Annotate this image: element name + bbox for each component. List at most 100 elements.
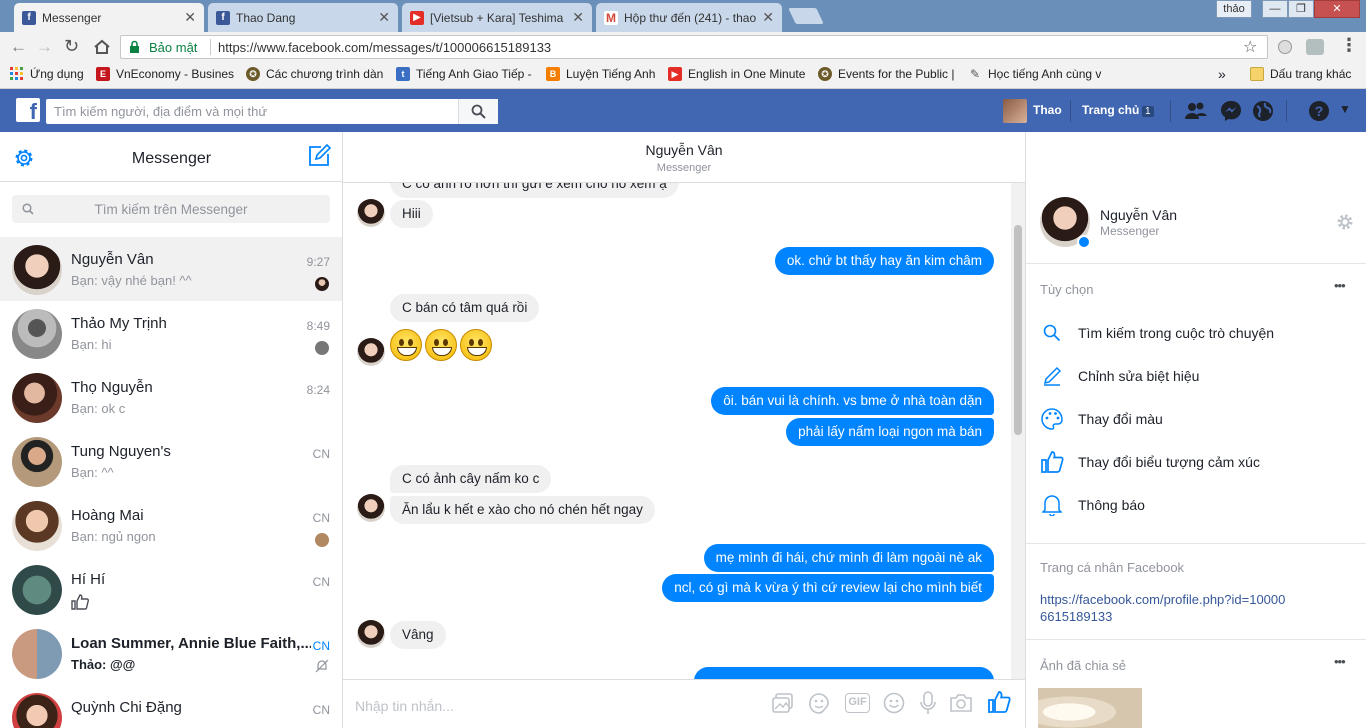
browser-tab-messenger[interactable]: f Messenger ✕ — [14, 3, 204, 32]
bookmark-events[interactable]: ✪ Events for the Public | — [818, 67, 958, 81]
user-avatar[interactable] — [1003, 99, 1027, 123]
conversation-item[interactable]: Tung Nguyen's Bạn: ^^ CN — [0, 429, 342, 493]
chat-pane: Nguyễn Vân Messenger C có ảnh rõ hơn thì… — [343, 132, 1025, 728]
conversation-item[interactable]: Hí Hí CN — [0, 557, 342, 621]
more-bookmarks[interactable]: » — [1218, 66, 1226, 82]
minimize-button[interactable]: — — [1262, 0, 1288, 18]
message-bubble-incoming[interactable]: Hiii — [390, 200, 433, 228]
scrollbar-track[interactable] — [1011, 183, 1025, 679]
other-bookmarks[interactable]: Dấu trang khác — [1250, 67, 1360, 81]
conversation-snippet: Thảo: @@ — [71, 657, 136, 672]
emoji-icon[interactable] — [883, 692, 905, 714]
option-notifications[interactable]: Thông báo — [1040, 493, 1145, 517]
message-bubble-outgoing[interactable]: ôi. bán vui là chính. vs bme ở nhà toàn … — [711, 387, 994, 415]
user-name-link[interactable]: Thao — [1033, 103, 1062, 117]
extension-icon[interactable] — [1306, 39, 1324, 55]
conversation-time: 8:24 — [306, 383, 330, 397]
bookmark-apps[interactable]: Ứng dụng — [10, 67, 90, 81]
browser-tab-thao-dang[interactable]: f Thao Dang ✕ — [208, 3, 398, 32]
url-divider — [210, 39, 211, 55]
new-tab-button[interactable] — [788, 8, 824, 24]
grin-emoji-icon — [425, 329, 457, 361]
nav-divider — [1286, 100, 1287, 122]
browser-tab-youtube[interactable]: ▶ [Vietsub + Kara] Teshima ✕ — [402, 3, 592, 32]
message-bubble-outgoing[interactable]: ncl, có gì mà k vừa ý thì cứ review lại … — [662, 574, 994, 602]
scrollbar-thumb[interactable] — [1014, 225, 1022, 435]
globe-notifications-icon[interactable] — [1252, 100, 1274, 122]
back-arrow-icon[interactable]: ← — [10, 37, 27, 57]
message-bubble-incoming[interactable]: C có ảnh rõ hơn thì gửi e xem cho nó xem… — [390, 183, 679, 198]
friend-requests-icon[interactable] — [1184, 101, 1208, 121]
maximize-button[interactable]: ❐ — [1288, 0, 1314, 18]
conversation-item[interactable]: Hoàng Mai Bạn: ngủ ngon CN — [0, 493, 342, 557]
fb-search-input[interactable]: Tìm kiếm người, địa điểm và mọi thứ — [46, 99, 498, 124]
menu-kebab-icon[interactable]: ⋮ — [1340, 35, 1358, 56]
bookmark-luyen[interactable]: B Luyện Tiếng Anh — [546, 67, 662, 81]
message-bubble-outgoing[interactable]: ok. chứ bt thấy hay ăn kim châm — [774, 247, 994, 275]
bookmark-vneconomy[interactable]: E VnEconomy - Busines — [96, 67, 234, 81]
contact-name[interactable]: Nguyễn Vân — [1100, 207, 1177, 223]
options-more-button[interactable]: ••• — [1334, 278, 1346, 293]
option-change-color[interactable]: Thay đổi màu — [1040, 407, 1163, 431]
option-search-conversation[interactable]: Tìm kiếm trong cuộc trò chuyện — [1040, 321, 1274, 345]
browser-tab-gmail[interactable]: M Hộp thư đến (241) - thao ✕ — [596, 3, 782, 32]
profile-button[interactable]: thảo — [1216, 0, 1252, 18]
gif-button[interactable]: GIF — [845, 693, 870, 713]
star-icon[interactable]: ☆ — [1243, 37, 1257, 57]
bookmark-programs[interactable]: ✪ Các chương trình dành — [246, 67, 384, 81]
close-icon[interactable]: ✕ — [572, 9, 584, 26]
message-input[interactable]: Nhập tin nhắn... — [355, 698, 454, 714]
account-dropdown-icon[interactable]: ▼ — [1339, 102, 1351, 116]
new-message-icon[interactable] — [307, 144, 331, 168]
bookmark-tieng-anh[interactable]: t Tiếng Anh Giao Tiếp - — [396, 67, 536, 81]
messenger-search-input[interactable]: Tìm kiếm trên Messenger — [12, 195, 330, 223]
chat-header-name[interactable]: Nguyễn Vân — [343, 142, 1025, 158]
reload-icon[interactable]: ↻ — [64, 36, 79, 57]
message-bubble-outgoing[interactable]: phải lấy nấm loại ngon mà bán — [786, 418, 994, 446]
sticker-icon[interactable] — [808, 692, 830, 714]
bookmark-hoc-tieng-anh[interactable]: ✎ Học tiếng Anh cùng v — [968, 67, 1108, 81]
close-icon[interactable]: ✕ — [378, 9, 390, 26]
close-icon[interactable]: ✕ — [762, 9, 774, 26]
help-question-icon[interactable]: ? — [1308, 100, 1330, 122]
conversation-name: Hí Hí — [71, 571, 106, 588]
message-bubble-incoming[interactable]: Ăn lẩu k hết e xào cho nó chén hết ngay — [390, 496, 655, 524]
option-edit-nickname[interactable]: Chỉnh sửa biệt hiệu — [1040, 364, 1199, 388]
conversation-item[interactable]: Nguyễn Vân Bạn: vậy nhé bạn! ^^ 9:27 — [0, 237, 342, 301]
bookmark-english-one-minute[interactable]: ▶ English in One Minute — [668, 67, 808, 81]
conversation-item[interactable]: Quỳnh Chi Đặng CN — [0, 685, 342, 728]
conversation-item[interactable]: Loan Summer, Annie Blue Faith,... Thảo: … — [0, 621, 342, 685]
options-title: Tùy chọn — [1040, 282, 1094, 297]
forward-arrow-icon[interactable]: → — [36, 37, 53, 57]
home-link[interactable]: Trang chủ — [1082, 103, 1139, 117]
group-avatar — [12, 629, 62, 679]
conversation-time: CN — [312, 703, 330, 717]
thumbs-up-send-icon[interactable] — [987, 690, 1011, 714]
message-bubble-incoming[interactable]: Vâng — [390, 621, 446, 649]
fb-search-button[interactable] — [458, 99, 498, 124]
home-icon[interactable] — [93, 39, 111, 55]
close-icon[interactable]: ✕ — [184, 9, 196, 26]
window-close-button[interactable]: ✕ — [1314, 0, 1360, 18]
camera-icon[interactable] — [949, 693, 973, 713]
url-text[interactable]: https://www.facebook.com/messages/t/1000… — [218, 40, 551, 55]
message-bubble-outgoing-partial[interactable] — [694, 667, 994, 679]
secure-label: Bảo mật — [149, 40, 198, 55]
shared-photo-thumbnail[interactable] — [1038, 688, 1142, 728]
conversation-item[interactable]: Thọ Nguyễn Bạn: ok c 8:24 — [0, 365, 342, 429]
message-bubble-outgoing[interactable]: mẹ mình đi hái, chứ mình đi làm ngoài nè… — [703, 544, 994, 572]
message-bubble-incoming[interactable]: C có ảnh cây nấm ko c — [390, 465, 552, 493]
photo-icon[interactable] — [772, 692, 794, 714]
option-change-emoji[interactable]: Thay đổi biểu tượng cảm xúc — [1040, 450, 1260, 474]
facebook-logo-icon[interactable]: f — [16, 98, 40, 122]
message-bubble-incoming[interactable]: C bán có tâm quá rồi — [390, 294, 540, 322]
settings-gear-icon[interactable] — [1336, 213, 1354, 231]
grin-emoji-sticker[interactable] — [390, 329, 496, 363]
conversation-item[interactable]: Thảo My Trịnh Bạn: hi 8:49 — [0, 301, 342, 365]
url-box[interactable]: Bảo mật https://www.facebook.com/message… — [120, 35, 1268, 59]
shared-more-button[interactable]: ••• — [1334, 654, 1346, 669]
microphone-icon[interactable] — [919, 691, 937, 715]
extension-icon[interactable] — [1278, 40, 1292, 54]
profile-link[interactable]: https://facebook.com/profile.php?id=1000… — [1040, 591, 1290, 625]
messenger-icon[interactable] — [1220, 100, 1242, 122]
